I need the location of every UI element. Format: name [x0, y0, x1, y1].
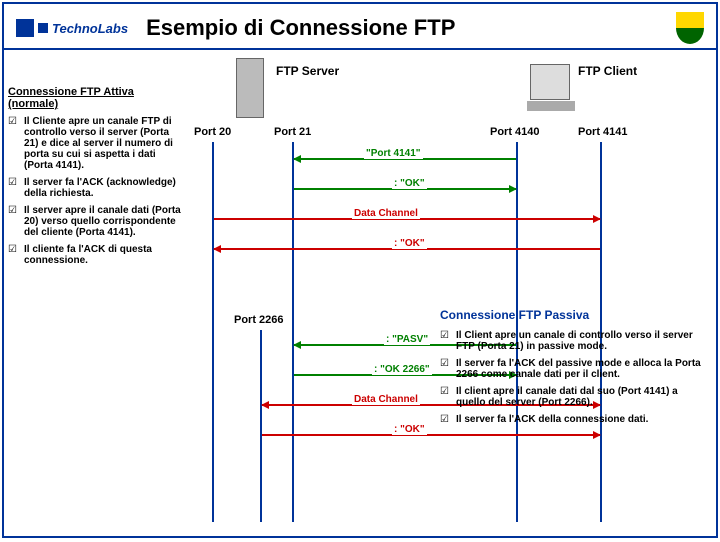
crest-icon: [676, 12, 704, 44]
passive-title: Connessione FTP Passiva: [440, 308, 708, 322]
port21-label: Port 21: [274, 126, 311, 138]
arrow-ok3: [262, 434, 600, 436]
lifeline-port2266: [260, 330, 262, 522]
lifeline-port21: [292, 142, 294, 522]
list-item: ☑Il Cliente apre un canale FTP di contro…: [8, 116, 186, 171]
logo: TechnoLabs: [16, 19, 128, 37]
check-icon: ☑: [440, 330, 450, 352]
list-item: ☑Il cliente fa l'ACK di questa connessio…: [8, 244, 186, 266]
diagram-area: FTP Server FTP Client Port 20 Port 21 Po…: [4, 50, 716, 530]
msg-ok2266: : "OK 2266": [372, 364, 432, 375]
header: TechnoLabs Esempio di Connessione FTP: [4, 4, 716, 50]
msg-datachannel1: Data Channel: [352, 208, 420, 219]
slide-frame: TechnoLabs Esempio di Connessione FTP FT…: [2, 2, 718, 538]
active-list: ☑Il Cliente apre un canale FTP di contro…: [8, 116, 186, 266]
msg-ok2: : "OK": [392, 238, 427, 249]
check-icon: ☑: [8, 205, 18, 238]
port4141-label: Port 4141: [578, 126, 628, 138]
list-item: ☑Il server fa l'ACK (acknowledge) della …: [8, 177, 186, 199]
check-icon: ☑: [440, 386, 450, 408]
msg-pasv: : "PASV": [384, 334, 430, 345]
logo-square-small-icon: [38, 23, 48, 33]
logo-text: TechnoLabs: [52, 21, 128, 36]
port2266-label: Port 2266: [234, 314, 284, 326]
page-title: Esempio di Connessione FTP: [146, 15, 455, 41]
client-label: FTP Client: [578, 64, 637, 78]
msg-datachannel2: Data Channel: [352, 394, 420, 405]
check-icon: ☑: [440, 414, 450, 425]
list-item: ☑Il Client apre un canale di controllo v…: [440, 330, 708, 352]
list-item: ☑Il server fa l'ACK del passive mode e a…: [440, 358, 708, 380]
client-icon: [530, 64, 570, 100]
port4140-label: Port 4140: [490, 126, 540, 138]
check-icon: ☑: [8, 116, 18, 171]
server-icon: [236, 58, 264, 118]
server-label: FTP Server: [276, 64, 339, 78]
msg-ok1: : "OK": [392, 178, 427, 189]
list-item: ☑Il client apre il canale dati dal suo (…: [440, 386, 708, 408]
port20-label: Port 20: [194, 126, 231, 138]
passive-connection-panel: Connessione FTP Passiva ☑Il Client apre …: [440, 308, 708, 431]
active-connection-panel: Connessione FTP Attiva (normale) ☑Il Cli…: [8, 86, 186, 272]
msg-port4141: "Port 4141": [364, 148, 423, 159]
lifeline-port20: [212, 142, 214, 522]
passive-list: ☑Il Client apre un canale di controllo v…: [440, 330, 708, 425]
check-icon: ☑: [8, 244, 18, 266]
active-title: Connessione FTP Attiva (normale): [8, 86, 186, 110]
logo-square-icon: [16, 19, 34, 37]
check-icon: ☑: [440, 358, 450, 380]
msg-ok3: : "OK": [392, 424, 427, 435]
list-item: ☑Il server apre il canale dati (Porta 20…: [8, 205, 186, 238]
check-icon: ☑: [8, 177, 18, 199]
list-item: ☑Il server fa l'ACK della connessione da…: [440, 414, 708, 425]
